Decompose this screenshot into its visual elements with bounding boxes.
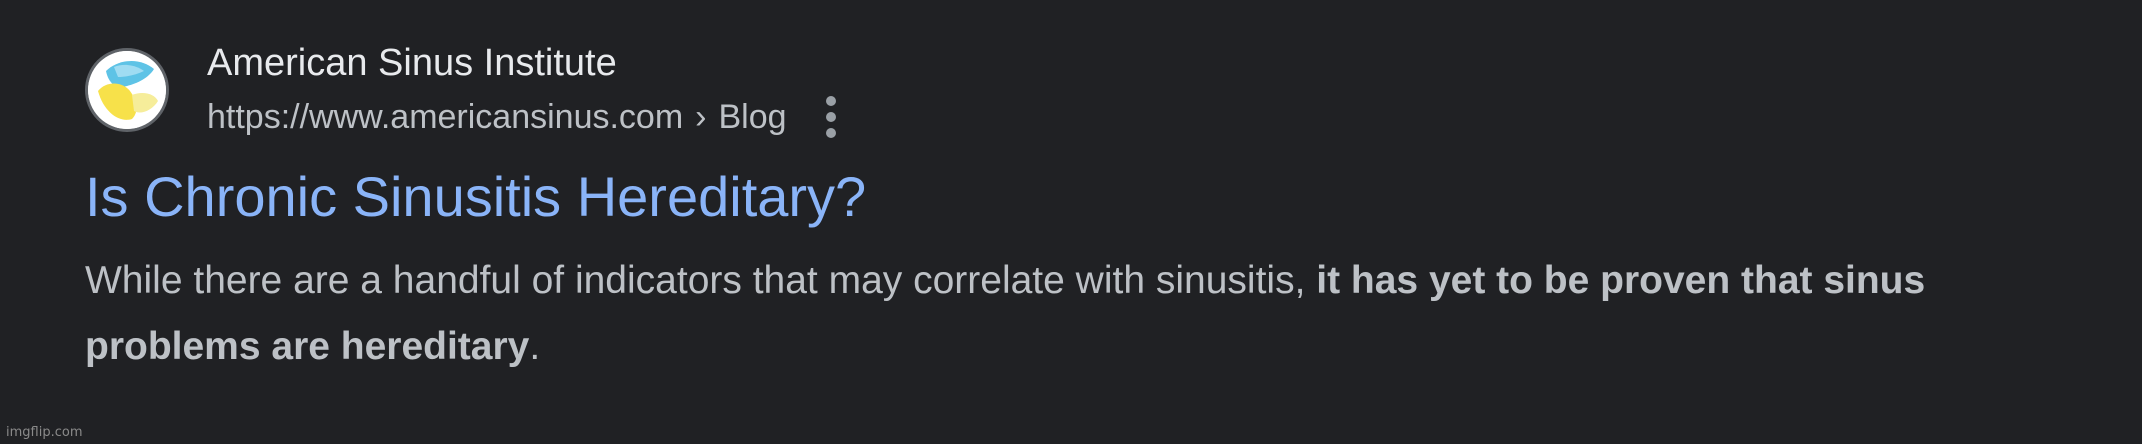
breadcrumb-separator: › <box>695 98 707 136</box>
url-breadcrumb: https://www.americansinus.com › Blog <box>207 94 843 140</box>
url-domain: https://www.americansinus.com <box>207 98 684 136</box>
american-sinus-institute-logo-icon <box>88 51 166 129</box>
url-path: Blog <box>718 98 787 136</box>
url-text[interactable]: https://www.americansinus.com › Blog <box>207 95 787 139</box>
imgflip-watermark: imgflip.com <box>6 425 83 440</box>
result-snippet: While there are a handful of indicators … <box>85 248 2045 380</box>
more-options-button[interactable] <box>819 94 843 140</box>
site-text: American Sinus Institute https://www.ame… <box>207 40 843 140</box>
more-vertical-icon-dot-2 <box>825 112 836 122</box>
snippet-end: . <box>529 325 541 368</box>
search-result: American Sinus Institute https://www.ame… <box>0 0 2142 444</box>
snippet-text: While there are a handful of indicators … <box>85 259 1317 302</box>
site-header[interactable]: American Sinus Institute https://www.ame… <box>85 40 843 140</box>
more-vertical-icon <box>825 96 836 106</box>
site-favicon[interactable] <box>85 48 169 132</box>
result-title-link[interactable]: Is Chronic Sinusitis Hereditary? <box>85 163 866 231</box>
site-name[interactable]: American Sinus Institute <box>207 40 843 86</box>
more-vertical-icon-dot-3 <box>825 128 836 138</box>
